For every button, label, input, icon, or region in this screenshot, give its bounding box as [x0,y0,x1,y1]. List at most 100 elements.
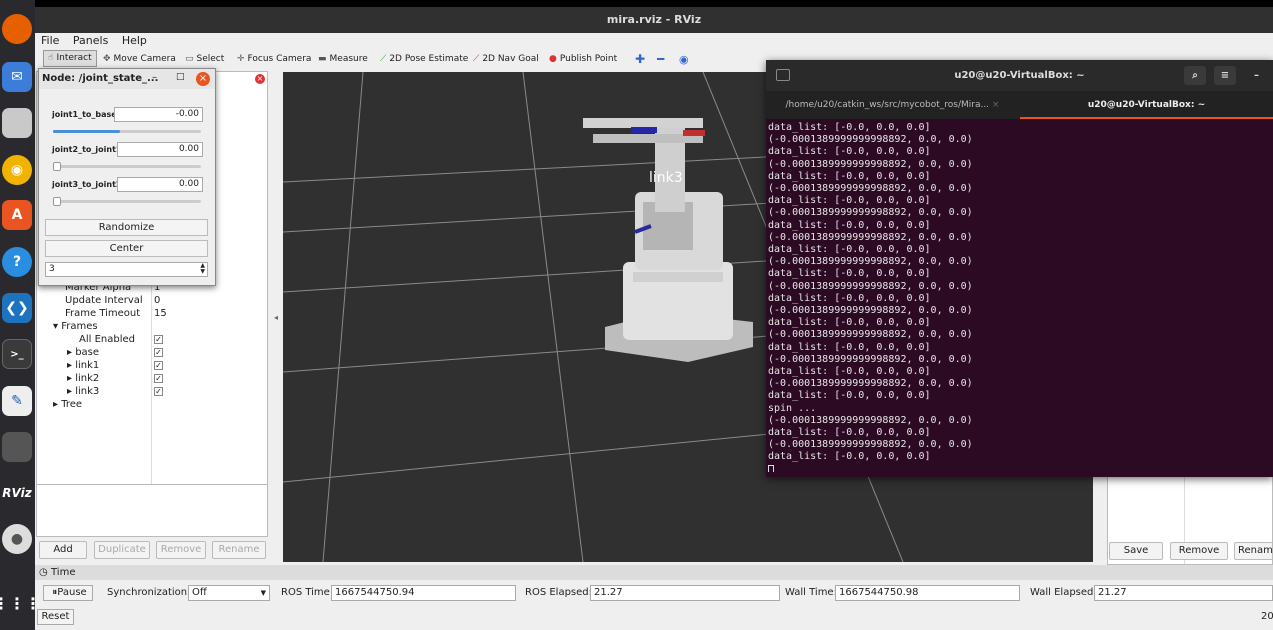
spin-arrows-icon[interactable]: ▲ ▼ [200,263,205,275]
wall-elapsed-field[interactable]: 21.27 [1094,585,1273,601]
close-icon[interactable]: × [196,72,210,86]
spin-box[interactable]: 3 ▲ ▼ [45,262,208,277]
tool-move-camera[interactable]: ✥ Move Camera [103,50,176,69]
window-title: mira.rviz - RViz [606,13,702,26]
terminal-line: spin ... [768,402,817,414]
search-icon[interactable]: ⌕ [1184,66,1206,85]
tool-publish-point[interactable]: ● Publish Point [549,50,617,69]
tree-row[interactable]: ▸ Tree [53,399,82,410]
app-grid-icon[interactable]: ⋮⋮⋮ [0,588,41,618]
minus-icon[interactable]: ━ [657,50,664,69]
ros-time-field[interactable]: 1667544750.94 [331,585,516,601]
joint2-value[interactable]: 0.00 [117,142,203,157]
blank-app-icon[interactable] [2,432,32,462]
terminal-line: (-0.0001389999999998892, 0.0, 0.0) [768,231,973,243]
checkbox-link1[interactable]: ✓ [154,361,163,370]
pause-label: Pause [57,587,87,598]
joint3-slider[interactable] [53,197,201,206]
menu-help[interactable]: Help [122,34,147,47]
mail-icon[interactable]: ✉ [2,62,32,92]
collapse-left-icon[interactable]: ◂ [274,313,278,322]
prop-frame-timeout-value[interactable]: 15 [154,308,167,319]
hamburger-menu-icon[interactable]: ≡ [1214,66,1236,85]
frame-row-link1[interactable]: ▸ link1 [67,360,99,371]
reset-button[interactable]: Reset [37,609,74,625]
checkbox-all-enabled[interactable]: ✓ [154,335,163,344]
ros-elapsed-field[interactable]: 21.27 [590,585,780,601]
software-icon[interactable]: A [2,200,32,230]
ruler-icon: ▬ [318,54,327,64]
minimize-icon[interactable]: – [1254,60,1259,91]
views-remove-button[interactable]: Remove [1170,542,1228,560]
tool-2d-nav[interactable]: ⟋ 2D Nav Goal [473,50,539,69]
tool-interact[interactable]: ☝ Interact [43,50,97,67]
terminal-line: (-0.0001389999999998892, 0.0, 0.0) [768,329,973,341]
menu-panels[interactable]: Panels [73,34,108,47]
tool-label: Focus Camera [247,54,312,64]
help-icon[interactable]: ? [2,247,32,277]
rename-button[interactable]: Rename [212,541,266,559]
center-button[interactable]: Center [45,240,208,257]
maximize-icon[interactable]: □ [176,72,185,82]
terminal-line: (-0.0001389999999998892, 0.0, 0.0) [768,280,973,292]
terminal-line: data_list: [-0.0, 0.0, 0.0] [768,451,931,463]
wall-time-field[interactable]: 1667544750.98 [835,585,1020,601]
terminal-output[interactable]: data_list: [-0.0, 0.0, 0.0] (-0.000138999… [768,122,1273,472]
joint2-slider[interactable] [53,162,201,171]
slider-handle[interactable] [53,197,61,206]
joint3-value[interactable]: 0.00 [117,177,203,192]
new-tab-icon[interactable] [776,69,790,81]
terminal-tabs: /home/u20/catkin_ws/src/mycobot_ros/Mira… [766,91,1273,119]
checkbox-link3[interactable]: ✓ [154,387,163,396]
robot-arm [583,118,753,362]
tool-label: Select [196,54,225,64]
terminal-tab-1[interactable]: /home/u20/catkin_ws/src/mycobot_ros/Mira… [766,91,1019,119]
pause-button[interactable]: ⏸Pause [43,585,93,601]
tool-focus-camera[interactable]: ✛ Focus Camera [237,50,311,69]
wall-elapsed-label: Wall Elapsed: [1030,587,1097,598]
joint2-label: joint2_to_joint1 [52,145,122,154]
checkbox-link2[interactable]: ✓ [154,374,163,383]
panel-close-icon[interactable]: × [255,74,265,84]
frame-label: link3 [75,386,100,397]
files-icon[interactable] [2,108,32,138]
checkbox-base[interactable]: ✓ [154,348,163,357]
firefox-icon[interactable] [2,14,32,44]
frame-row-link3[interactable]: ▸ link3 [67,386,99,397]
eye-icon[interactable]: ◉ [679,50,689,69]
rviz-icon[interactable]: RViz [2,478,32,508]
terminal-icon[interactable]: >_ [2,339,32,369]
tool-measure[interactable]: ▬ Measure [318,50,368,69]
save-button[interactable]: Save [1109,542,1163,560]
add-button[interactable]: Add [39,541,87,559]
minimize-icon[interactable]: – [152,72,157,83]
vscode-icon[interactable]: ❮❯ [2,293,32,323]
joint1-label: joint1_to_base [52,110,117,119]
frames-row[interactable]: ▾ Frames [53,321,98,332]
prop-update-interval-value[interactable]: 0 [154,295,160,306]
joint1-value[interactable]: -0.00 [114,107,203,122]
slider-handle[interactable] [53,162,61,171]
tool-label: 2D Pose Estimate [389,54,469,64]
tool-2d-pose[interactable]: ⟋ 2D Pose Estimate [380,50,468,69]
duplicate-button[interactable]: Duplicate [94,541,150,559]
tab-close-icon[interactable]: × [992,100,1000,110]
randomize-button[interactable]: Randomize [45,219,208,236]
sync-select[interactable]: Off ▼ [188,585,270,601]
joint1-slider[interactable] [53,130,201,133]
frame-row-base[interactable]: ▸ base [67,347,99,358]
sync-value: Off [192,587,207,598]
music-icon[interactable]: ◉ [2,155,32,185]
expand-right-icon: ▸ [67,373,76,384]
terminal-tab-2[interactable]: u20@u20-VirtualBox: ~ [1020,91,1273,119]
menu-file[interactable]: File [41,34,59,47]
editor-icon[interactable]: ✎ [2,386,32,416]
tool-select[interactable]: ▭ Select [185,50,224,69]
remove-button[interactable]: Remove [156,541,206,559]
time-panel: ⏸Pause Synchronization: Off ▼ ROS Time: 1… [35,583,1273,605]
terminal-title: u20@u20-VirtualBox: ~ [954,70,1085,81]
views-rename-button[interactable]: Renam [1234,542,1273,560]
disc-icon[interactable]: ● [2,524,32,554]
plus-icon[interactable]: ✚ [635,50,645,69]
frame-row-link2[interactable]: ▸ link2 [67,373,99,384]
